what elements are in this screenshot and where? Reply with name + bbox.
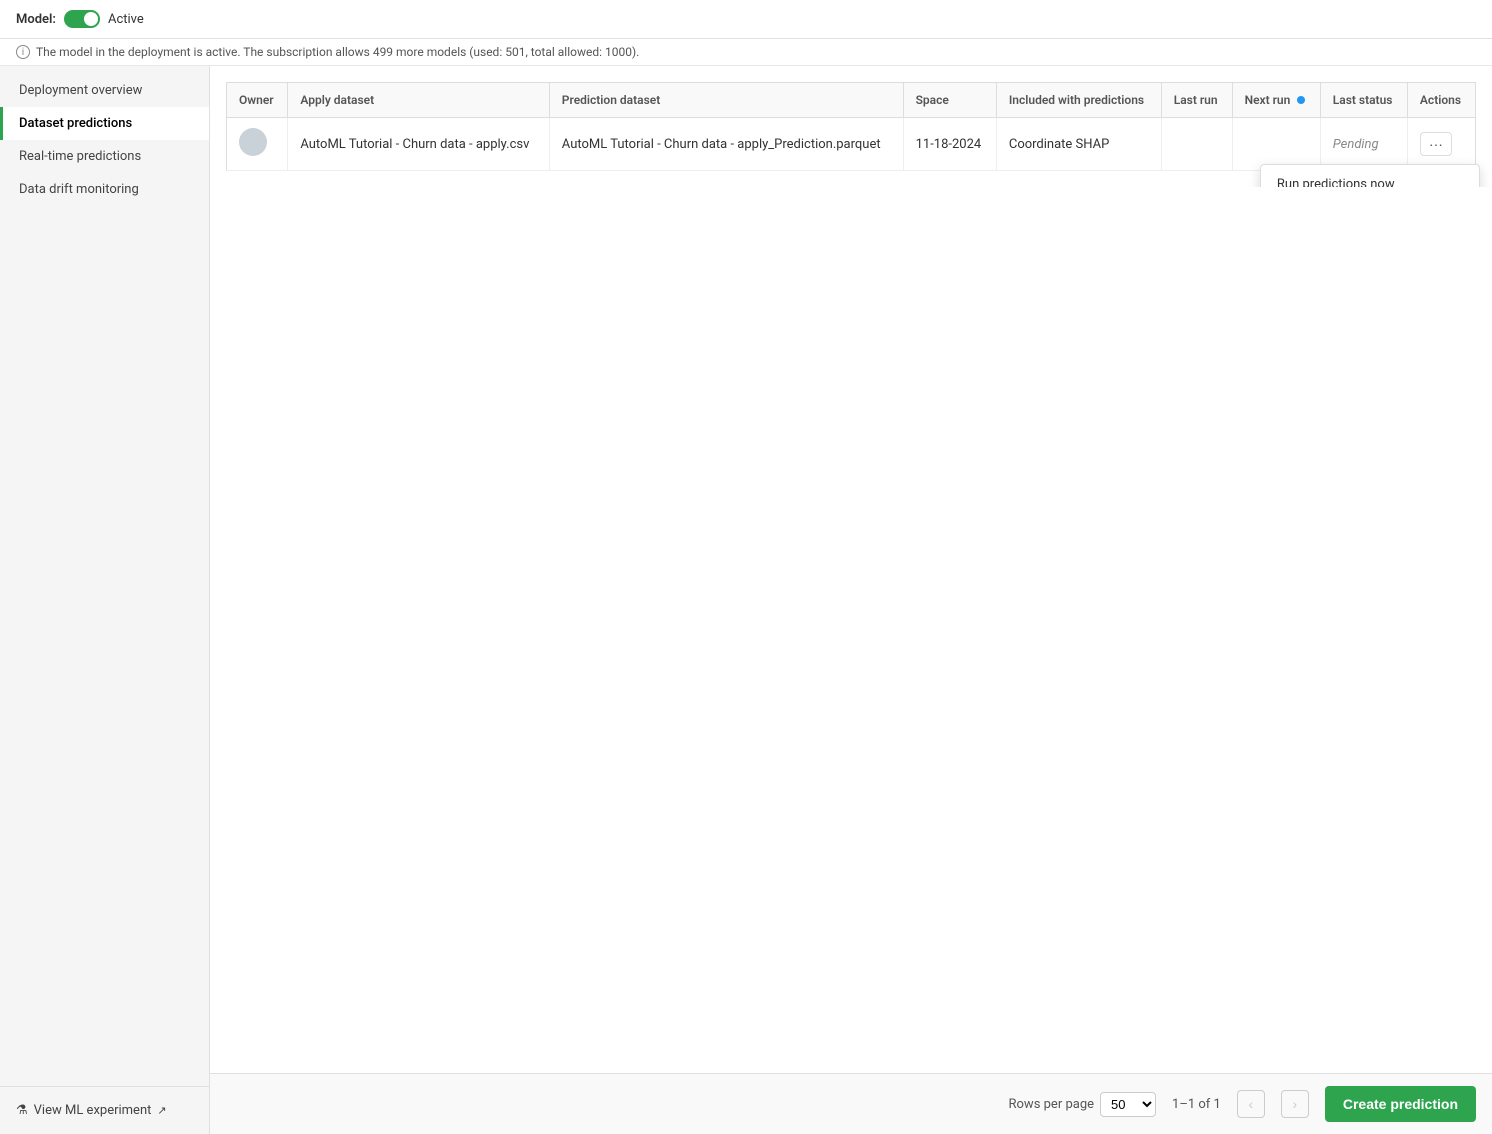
- cell-prediction-dataset: AutoML Tutorial - Churn data - apply_Pre…: [549, 118, 903, 171]
- col-header-included-with-predictions: Included with predictions: [996, 83, 1161, 118]
- sidebar-item-deployment-overview[interactable]: Deployment overview: [0, 74, 209, 107]
- info-icon: i: [16, 45, 30, 59]
- cell-last-status: Pending: [1320, 118, 1407, 171]
- flask-icon: ⚗: [16, 1103, 28, 1118]
- model-label: Model:: [16, 12, 56, 27]
- pagination-prev-button[interactable]: ‹: [1237, 1090, 1265, 1118]
- sidebar-item-dataset-predictions[interactable]: Dataset predictions: [0, 107, 209, 140]
- table-row: AutoML Tutorial - Churn data - apply.csv…: [227, 118, 1476, 171]
- avatar: [239, 128, 267, 156]
- table-container: Owner Apply dataset Prediction dataset S…: [210, 66, 1492, 187]
- col-header-last-run: Last run: [1161, 83, 1232, 118]
- rows-per-page-select[interactable]: 50 25 100: [1100, 1092, 1156, 1117]
- run-predictions-now-item[interactable]: Run predictions now: [1261, 169, 1479, 187]
- predictions-table: Owner Apply dataset Prediction dataset S…: [226, 82, 1476, 171]
- pagination-next-button[interactable]: ›: [1281, 1090, 1309, 1118]
- model-toggle[interactable]: [64, 10, 100, 28]
- main-content: Owner Apply dataset Prediction dataset S…: [210, 66, 1492, 1134]
- col-header-apply-dataset: Apply dataset: [288, 83, 549, 118]
- info-text: The model in the deployment is active. T…: [36, 45, 639, 59]
- sidebar-item-realtime-predictions[interactable]: Real-time predictions: [0, 140, 209, 173]
- actions-dropdown-menu: Run predictions now Edit prediction conf…: [1260, 164, 1480, 187]
- model-status-text: Active: [108, 12, 144, 27]
- view-ml-experiment-link[interactable]: ⚗ View ML experiment ↗: [16, 1103, 193, 1118]
- external-link-icon: ↗: [157, 1104, 166, 1117]
- cell-actions: ··· Run predictions now Edit prediction …: [1407, 118, 1475, 171]
- info-bar: i The model in the deployment is active.…: [0, 39, 1492, 66]
- sidebar-item-data-drift-monitoring[interactable]: Data drift monitoring: [0, 173, 209, 206]
- status-badge: Pending: [1333, 137, 1379, 152]
- actions-dropdown-wrapper: ··· Run predictions now Edit prediction …: [1420, 132, 1452, 156]
- sidebar: Deployment overview Dataset predictions …: [0, 66, 210, 1134]
- col-header-owner: Owner: [227, 83, 288, 118]
- cell-space: 11-18-2024: [903, 118, 996, 171]
- col-header-space: Space: [903, 83, 996, 118]
- rows-per-page-label: Rows per page: [1009, 1097, 1095, 1112]
- cell-next-run: [1232, 118, 1320, 171]
- table-area: Owner Apply dataset Prediction dataset S…: [210, 66, 1492, 1073]
- table-footer: Rows per page 50 25 100 1–1 of 1 ‹ › Cre…: [210, 1073, 1492, 1134]
- cell-apply-dataset: AutoML Tutorial - Churn data - apply.csv: [288, 118, 549, 171]
- col-header-last-status: Last status: [1320, 83, 1407, 118]
- cell-included-with-predictions: Coordinate SHAP: [996, 118, 1161, 171]
- rows-per-page-control: Rows per page 50 25 100: [1009, 1092, 1157, 1117]
- col-header-prediction-dataset: Prediction dataset: [549, 83, 903, 118]
- cell-owner: [227, 118, 288, 171]
- pagination-info: 1–1 of 1: [1172, 1097, 1221, 1112]
- col-header-next-run: Next run: [1232, 83, 1320, 118]
- cell-last-run: [1161, 118, 1232, 171]
- actions-button[interactable]: ···: [1420, 132, 1452, 156]
- model-status-bar: Model: Active: [0, 0, 1492, 39]
- view-ml-experiment-label: View ML experiment: [34, 1103, 152, 1118]
- next-run-dot: [1297, 96, 1305, 104]
- create-prediction-button[interactable]: Create prediction: [1325, 1086, 1476, 1122]
- col-header-actions: Actions: [1407, 83, 1475, 118]
